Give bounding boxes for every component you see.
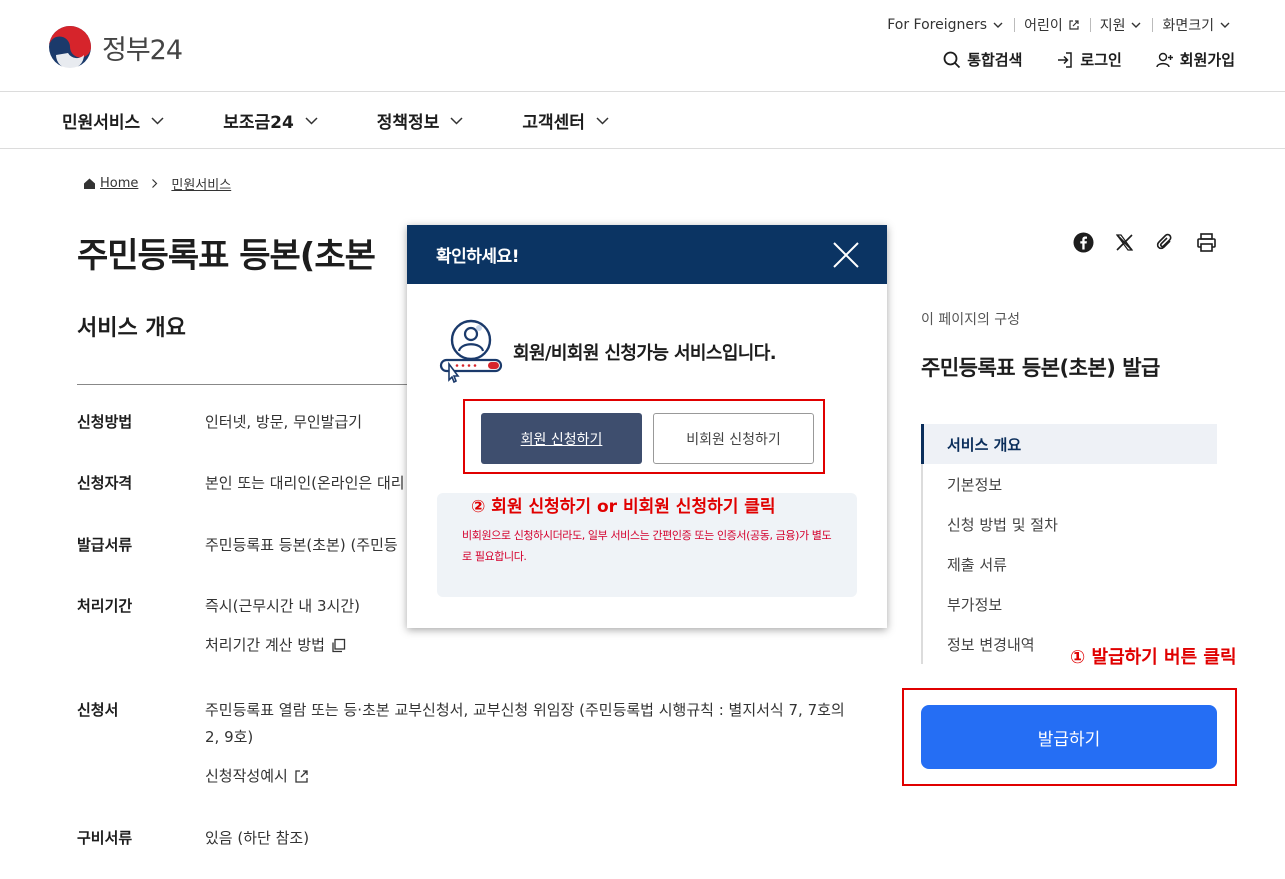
external-link-icon <box>295 770 308 783</box>
annotation-step2: ② 회원 신청하기 or 비회원 신청하기 클릭 <box>471 497 776 517</box>
chevron-right-icon <box>152 179 158 188</box>
chevron-down-icon <box>1220 22 1230 28</box>
x-twitter-icon[interactable] <box>1114 232 1135 253</box>
issue-button[interactable]: 발급하기 <box>921 705 1217 769</box>
page-title: 주민등록표 등본(초본 <box>77 236 376 276</box>
chevron-down-icon <box>450 116 463 125</box>
login-icon <box>1058 51 1073 68</box>
guest-apply-button[interactable]: 비회원 신청하기 <box>653 413 814 464</box>
info-row-required-docs: 구비서류 있음 (하단 참조) <box>77 829 310 847</box>
share-tools <box>1073 232 1217 253</box>
logo[interactable]: 정부24 <box>48 25 183 69</box>
login-button[interactable]: 로그인 <box>1056 49 1122 70</box>
toc-caption: 이 페이지의 구성 <box>921 312 1021 328</box>
section-title: 서비스 개요 <box>77 316 186 341</box>
signup-button[interactable]: 회원가입 <box>1156 49 1235 70</box>
util-kids[interactable]: 어린이 <box>1014 15 1090 35</box>
form-example-link[interactable]: 신청작성예시 <box>205 763 855 790</box>
nav-civil-service[interactable]: 민원서비스 <box>62 92 165 148</box>
notice-text: 비회원으로 신청하시더라도, 일부 서비스는 간편인증 또는 인증서(공동, 금… <box>462 529 832 563</box>
breadcrumb-home[interactable]: Home <box>83 176 138 191</box>
main-navigation: 민원서비스 보조금24 정책정보 고객센터 <box>0 92 1285 149</box>
logo-text: 정부24 <box>102 34 183 66</box>
util-for-foreigners[interactable]: For Foreigners <box>877 17 1014 33</box>
member-apply-button[interactable]: 회원 신청하기 <box>481 413 642 464</box>
copy-window-icon <box>332 638 346 653</box>
search-button[interactable]: 통합검색 <box>943 49 1022 70</box>
breadcrumb: Home 민원서비스 <box>83 174 231 193</box>
site-header: 정부24 For Foreigners 어린이 지원 화면크기 통합검색 로그인 <box>0 0 1285 92</box>
util-support[interactable]: 지원 <box>1089 15 1153 35</box>
confirm-modal: 확인하세요! 회원/비회원 신청가능 서비스입니다. 회원 신청하기 비회원 신… <box>407 225 887 628</box>
header-actions: 통합검색 로그인 회원가입 <box>943 49 1235 70</box>
nav-customer-center[interactable]: 고객센터 <box>522 92 610 148</box>
chevron-down-icon <box>1131 22 1141 28</box>
paperclip-icon[interactable] <box>1155 232 1176 253</box>
processing-time-calc-link[interactable]: 처리기간 계산 방법 <box>205 632 855 659</box>
toc-title: 주민등록표 등본(초본) 발급 <box>921 356 1160 380</box>
info-row-application-form: 신청서 주민등록표 열람 또는 등·초본 교부신청서, 교부신청 위임장 (주민… <box>77 697 855 790</box>
breadcrumb-current[interactable]: 민원서비스 <box>171 174 231 193</box>
toc-item-documents[interactable]: 제출 서류 <box>923 544 1217 584</box>
nav-subsidy24[interactable]: 보조금24 <box>223 92 319 148</box>
print-icon[interactable] <box>1196 232 1217 253</box>
utility-menu: For Foreigners 어린이 지원 화면크기 <box>877 15 1241 35</box>
home-icon <box>84 178 95 189</box>
util-screen-size[interactable]: 화면크기 <box>1152 15 1241 35</box>
nav-policy-info[interactable]: 정책정보 <box>377 92 465 148</box>
chevron-down-icon <box>596 116 609 125</box>
user-password-icon <box>439 319 503 384</box>
page-toc: 서비스 개요 기본정보 신청 방법 및 절차 제출 서류 부가정보 정보 변경내… <box>921 424 1217 664</box>
chevron-down-icon <box>151 116 164 125</box>
modal-message: 회원/비회원 신청가능 서비스입니다. <box>439 318 777 386</box>
search-icon <box>943 51 961 68</box>
chevron-down-icon <box>305 116 318 125</box>
toc-item-overview[interactable]: 서비스 개요 <box>921 424 1217 464</box>
toc-item-basic-info[interactable]: 기본정보 <box>923 464 1217 504</box>
toc-item-additional[interactable]: 부가정보 <box>923 584 1217 624</box>
toc-item-procedure[interactable]: 신청 방법 및 절차 <box>923 504 1217 544</box>
modal-header: 확인하세요! <box>407 225 887 284</box>
modal-title: 확인하세요! <box>436 247 519 267</box>
annotation-step1: ① 발급하기 버튼 클릭 <box>1070 647 1237 668</box>
close-icon[interactable] <box>833 242 859 268</box>
chevron-down-icon <box>993 22 1003 28</box>
taegeuk-logo-icon <box>49 26 91 69</box>
facebook-icon[interactable] <box>1073 232 1094 253</box>
user-add-icon <box>1156 52 1173 67</box>
external-link-icon <box>1069 20 1079 30</box>
